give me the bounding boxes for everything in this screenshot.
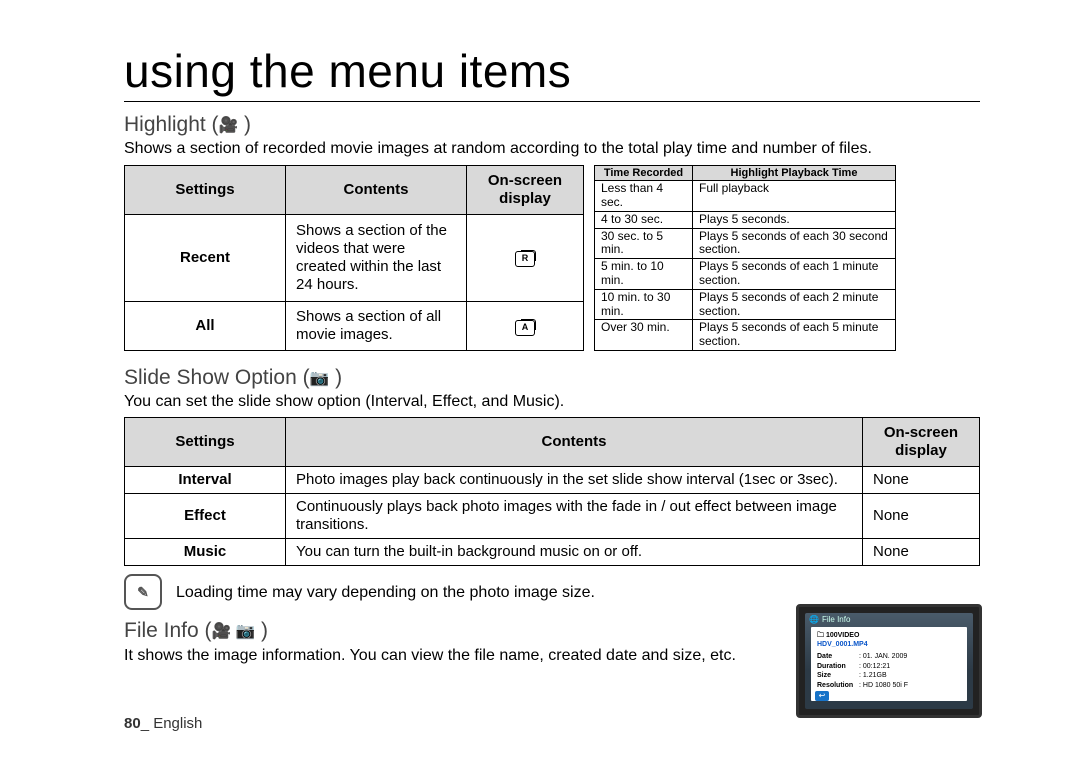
col-osd: On-screen display bbox=[467, 165, 584, 214]
fileinfo-filename: HDV_0001.MP4 bbox=[817, 640, 961, 649]
table-row: Over 30 min.Plays 5 seconds of each 5 mi… bbox=[595, 320, 896, 351]
content-cell: Continuously plays back photo images wit… bbox=[286, 494, 863, 539]
osd-cell: R bbox=[467, 214, 584, 302]
table-row: 4 to 30 sec.Plays 5 seconds. bbox=[595, 211, 896, 228]
note-icon: ✎ bbox=[124, 574, 162, 610]
highlight-desc: Shows a section of recorded movie images… bbox=[124, 139, 980, 158]
section-heading-slideshow: Slide Show Option (📷 ) bbox=[124, 365, 980, 390]
section-heading-highlight: Highlight (🎥 ) bbox=[124, 112, 980, 137]
k: Size bbox=[817, 671, 859, 680]
fileinfo-title-text: File Info bbox=[822, 615, 850, 625]
globe-icon: 🌐 bbox=[809, 615, 819, 625]
note-text: Loading time may vary depending on the p… bbox=[176, 583, 595, 602]
fileinfo-desc: It shows the image information. You can … bbox=[124, 646, 764, 665]
cell: 30 sec. to 5 min. bbox=[595, 228, 693, 259]
v: : 00:12:21 bbox=[859, 662, 890, 671]
content-cell: Shows a section of all movie images. bbox=[286, 302, 467, 351]
cell: Plays 5 seconds of each 2 minute section… bbox=[693, 289, 896, 320]
page-footer: 80_ English bbox=[124, 715, 202, 733]
col-time-recorded: Time Recorded bbox=[595, 165, 693, 181]
cell: Plays 5 seconds of each 5 minute section… bbox=[693, 320, 896, 351]
v: : HD 1080 50i F bbox=[859, 681, 908, 690]
setting-cell: Interval bbox=[125, 467, 286, 494]
table-row: 30 sec. to 5 min.Plays 5 seconds of each… bbox=[595, 228, 896, 259]
cell: 4 to 30 sec. bbox=[595, 211, 693, 228]
heading-text: Slide Show Option ( bbox=[124, 366, 310, 389]
table-row: Recent Shows a section of the videos tha… bbox=[125, 214, 584, 302]
footer-lang: English bbox=[153, 715, 202, 732]
col-highlight-playback: Highlight Playback Time bbox=[693, 165, 896, 181]
highlight-side-table: Time Recorded Highlight Playback Time Le… bbox=[594, 165, 896, 351]
camera-icon: 📷 bbox=[310, 370, 330, 387]
col-contents: Contents bbox=[286, 418, 863, 467]
col-osd: On-screen display bbox=[863, 418, 980, 467]
col-settings: Settings bbox=[125, 165, 286, 214]
cell: Plays 5 seconds. bbox=[693, 211, 896, 228]
table-row: All Shows a section of all movie images.… bbox=[125, 302, 584, 351]
k: Date bbox=[817, 652, 859, 661]
folder-name: 100VIDEO bbox=[826, 632, 859, 639]
k: Duration bbox=[817, 662, 859, 671]
table-row: 5 min. to 10 min.Plays 5 seconds of each… bbox=[595, 259, 896, 290]
slideshow-desc: You can set the slide show option (Inter… bbox=[124, 392, 980, 411]
fileinfo-screenshot: 🌐 File Info 🗀 100VIDEO HDV_0001.MP4 Date… bbox=[796, 604, 982, 718]
content-cell: You can turn the built-in background mus… bbox=[286, 539, 863, 566]
slideshow-table: Settings Contents On-screen display Inte… bbox=[124, 417, 980, 566]
back-icon: ↩ bbox=[815, 691, 829, 701]
col-contents: Contents bbox=[286, 165, 467, 214]
osd-r-icon: R bbox=[515, 251, 535, 267]
k: Resolution bbox=[817, 681, 859, 690]
cell: Plays 5 seconds of each 30 second sectio… bbox=[693, 228, 896, 259]
footer-sep: _ bbox=[141, 715, 154, 732]
page-title: using the menu items bbox=[124, 44, 980, 102]
table-row: Effect Continuously plays back photo ima… bbox=[125, 494, 980, 539]
fileinfo-row: Size: 1.21GB bbox=[817, 671, 961, 680]
cell: Over 30 min. bbox=[595, 320, 693, 351]
osd-cell: None bbox=[863, 539, 980, 566]
highlight-table: Settings Contents On-screen display Rece… bbox=[124, 165, 584, 351]
fileinfo-row: Date: 01. JAN. 2009 bbox=[817, 652, 961, 661]
table-row: Interval Photo images play back continuo… bbox=[125, 467, 980, 494]
folder-icon: 🗀 bbox=[817, 632, 824, 639]
heading-text: File Info ( bbox=[124, 619, 212, 642]
v: : 1.21GB bbox=[859, 671, 887, 680]
heading-text: Highlight ( bbox=[124, 113, 219, 136]
cell: 5 min. to 10 min. bbox=[595, 259, 693, 290]
setting-cell: Music bbox=[125, 539, 286, 566]
v: : 01. JAN. 2009 bbox=[859, 652, 907, 661]
setting-cell: Recent bbox=[125, 214, 286, 302]
osd-cell: None bbox=[863, 467, 980, 494]
heading-close: ) bbox=[255, 619, 268, 642]
osd-cell: A bbox=[467, 302, 584, 351]
fileinfo-folder: 🗀 100VIDEO bbox=[817, 631, 961, 640]
osd-cell: None bbox=[863, 494, 980, 539]
setting-cell: Effect bbox=[125, 494, 286, 539]
heading-close: ) bbox=[329, 366, 342, 389]
fileinfo-row: Resolution: HD 1080 50i F bbox=[817, 681, 961, 690]
col-settings: Settings bbox=[125, 418, 286, 467]
table-row: 10 min. to 30 min.Plays 5 seconds of eac… bbox=[595, 289, 896, 320]
table-row: Music You can turn the built-in backgrou… bbox=[125, 539, 980, 566]
cell: Plays 5 seconds of each 1 minute section… bbox=[693, 259, 896, 290]
fileinfo-title: 🌐 File Info bbox=[805, 613, 973, 627]
video-icon: 🎥 bbox=[219, 117, 239, 134]
cell: 10 min. to 30 min. bbox=[595, 289, 693, 320]
content-cell: Shows a section of the videos that were … bbox=[286, 214, 467, 302]
table-row: Less than 4 sec.Full playback bbox=[595, 181, 896, 212]
content-cell: Photo images play back continuously in t… bbox=[286, 467, 863, 494]
heading-close: ) bbox=[238, 113, 251, 136]
setting-cell: All bbox=[125, 302, 286, 351]
cell: Less than 4 sec. bbox=[595, 181, 693, 212]
osd-a-icon: A bbox=[515, 320, 535, 336]
cell: Full playback bbox=[693, 181, 896, 212]
page-number: 80 bbox=[124, 715, 141, 732]
video-camera-icon: 🎥 📷 bbox=[212, 623, 256, 640]
fileinfo-row: Duration: 00:12:21 bbox=[817, 662, 961, 671]
